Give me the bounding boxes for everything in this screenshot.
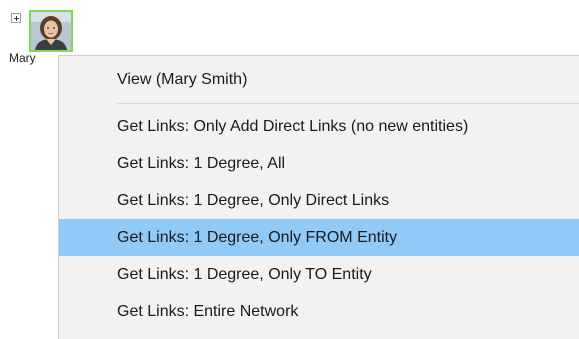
- menu-item-one-degree-all[interactable]: Get Links: 1 Degree, All: [59, 145, 579, 182]
- context-menu: View (Mary Smith) Get Links: Only Add Di…: [58, 55, 579, 339]
- menu-item-view[interactable]: View (Mary Smith): [59, 61, 579, 98]
- menu-item-direct-links-only[interactable]: Get Links: Only Add Direct Links (no new…: [59, 108, 579, 145]
- menu-separator: [117, 103, 579, 104]
- menu-item-one-degree-from-entity[interactable]: Get Links: 1 Degree, Only FROM Entity: [59, 219, 579, 256]
- person-photo-icon: [31, 12, 71, 50]
- menu-item-one-degree-direct[interactable]: Get Links: 1 Degree, Only Direct Links: [59, 182, 579, 219]
- menu-item-one-degree-to-entity[interactable]: Get Links: 1 Degree, Only TO Entity: [59, 256, 579, 293]
- entity-avatar[interactable]: [29, 10, 73, 52]
- menu-item-entire-network[interactable]: Get Links: Entire Network: [59, 293, 579, 330]
- entity-name-label: Mary: [9, 51, 36, 65]
- expand-node-icon[interactable]: [11, 13, 21, 23]
